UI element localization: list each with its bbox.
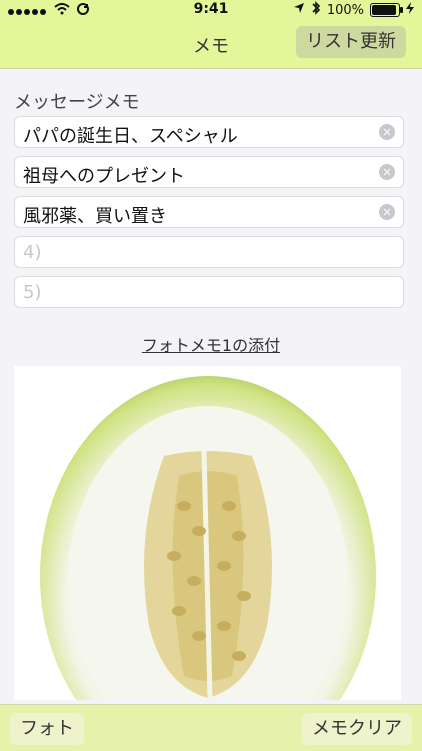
memo-field-1[interactable]: パパの誕生日、スペシャル × bbox=[14, 116, 404, 148]
memo-field-placeholder: 5) bbox=[23, 282, 42, 303]
message-memo-label: メッセージメモ bbox=[14, 92, 140, 113]
bluetooth-icon bbox=[311, 1, 321, 19]
attached-photo bbox=[14, 366, 401, 700]
memo-field-placeholder: 4) bbox=[23, 242, 42, 263]
battery-icon bbox=[370, 3, 403, 17]
memo-field-value: 風邪薬、買い置き bbox=[23, 206, 167, 227]
memo-field-4[interactable]: 4) bbox=[14, 236, 404, 268]
status-right: 100% bbox=[293, 1, 414, 19]
charging-icon bbox=[406, 2, 414, 18]
memo-field-value: パパの誕生日、スペシャル bbox=[23, 126, 238, 147]
clear-icon[interactable]: × bbox=[379, 204, 395, 220]
memo-field-3[interactable]: 風邪薬、買い置き × bbox=[14, 196, 404, 228]
location-arrow-icon bbox=[293, 2, 305, 18]
navigation-bar: メモ リスト更新 bbox=[0, 20, 422, 69]
refresh-list-button[interactable]: リスト更新 bbox=[296, 26, 406, 58]
memo-field-value: 祖母へのプレゼント bbox=[23, 166, 185, 187]
bottom-toolbar: フォト メモクリア bbox=[0, 704, 422, 751]
memo-field-2[interactable]: 祖母へのプレゼント × bbox=[14, 156, 404, 188]
photo-memo-attach-link[interactable]: フォトメモ1の添付 bbox=[0, 332, 422, 356]
photo-button[interactable]: フォト bbox=[10, 713, 84, 745]
melon-image bbox=[40, 376, 376, 700]
clear-icon[interactable]: × bbox=[379, 164, 395, 180]
clear-memo-button[interactable]: メモクリア bbox=[302, 713, 412, 745]
memo-field-5[interactable]: 5) bbox=[14, 276, 404, 308]
clear-icon[interactable]: × bbox=[379, 124, 395, 140]
status-bar: 9:41 100% bbox=[0, 0, 422, 20]
battery-percent: 100% bbox=[326, 2, 364, 18]
